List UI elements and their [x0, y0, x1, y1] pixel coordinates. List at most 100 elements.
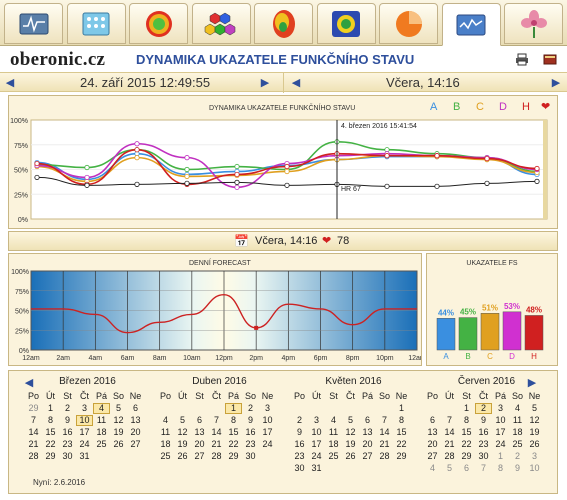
calendar-day[interactable]: 20 [127, 427, 144, 438]
calendar-day[interactable]: 29 [25, 403, 42, 414]
calendar-day[interactable]: 15 [393, 427, 410, 438]
calendar-day[interactable]: 11 [157, 427, 174, 438]
calendar-day[interactable]: 25 [325, 451, 342, 462]
calendar-day[interactable]: 1 [42, 403, 59, 414]
calendar-day[interactable]: 16 [475, 427, 492, 438]
calendar-day[interactable]: 23 [475, 439, 492, 450]
calendar-day[interactable]: 13 [424, 427, 441, 438]
calendar-day[interactable]: 27 [191, 451, 208, 462]
calendar-day[interactable]: 3 [308, 415, 325, 426]
calendar-day[interactable]: 7 [475, 463, 492, 474]
tab-grid-chart[interactable] [66, 3, 126, 44]
print-icon[interactable] [515, 53, 529, 66]
calendar-day[interactable]: 31 [308, 463, 325, 474]
calendar-day[interactable]: 28 [25, 451, 42, 462]
book-icon[interactable] [543, 53, 557, 66]
calendar-day[interactable]: 27 [359, 451, 376, 462]
calendar-day[interactable]: 14 [376, 427, 393, 438]
calendar-day[interactable]: 10 [492, 415, 509, 426]
calendar-day[interactable]: 8 [492, 463, 509, 474]
calendar-day[interactable]: 5 [526, 403, 543, 414]
calendar-day[interactable]: 8 [458, 415, 475, 426]
calendar-day[interactable]: 7 [208, 415, 225, 426]
calendar-day[interactable]: 9 [242, 415, 259, 426]
calendar-day[interactable]: 17 [76, 427, 93, 438]
calendar-day[interactable]: 2 [475, 403, 492, 414]
calendar-day[interactable]: 28 [441, 451, 458, 462]
calendar-day[interactable]: 2 [242, 403, 259, 414]
calendar-day[interactable]: 1 [393, 403, 410, 414]
tab-pie-chart[interactable] [379, 3, 438, 44]
calendar-day[interactable]: 4 [509, 403, 526, 414]
calendar-day[interactable]: 3 [76, 403, 93, 414]
calendar-day[interactable]: 21 [208, 439, 225, 450]
calendar-day[interactable]: 4 [157, 415, 174, 426]
calendar-day[interactable]: 15 [225, 427, 242, 438]
calendar-day[interactable]: 6 [424, 415, 441, 426]
next-arrow-icon[interactable]: ▶ [259, 77, 271, 89]
calendar-day[interactable]: 8 [393, 415, 410, 426]
calendar-day[interactable]: 30 [291, 463, 308, 474]
calendar-day[interactable]: 29 [225, 451, 242, 462]
calendar-day[interactable]: 29 [42, 451, 59, 462]
calendar-day[interactable]: 25 [157, 451, 174, 462]
calendar-day[interactable]: 29 [458, 451, 475, 462]
calendar-day[interactable]: 9 [59, 415, 76, 426]
calendar-day[interactable]: 1 [225, 403, 242, 414]
calendar-day[interactable]: 20 [191, 439, 208, 450]
calendar-day[interactable]: 5 [342, 415, 359, 426]
calendar-day[interactable]: 22 [393, 439, 410, 450]
calendar-day[interactable]: 14 [25, 427, 42, 438]
calendar-day[interactable]: 16 [291, 439, 308, 450]
calendar-day[interactable]: 23 [291, 451, 308, 462]
forecast-chart[interactable]: DENNÍ FORECAST100%75%50%25%0%12am 2am 4am 6… [9, 254, 426, 365]
next-arrow-icon[interactable]: ▶ [550, 77, 562, 89]
prev-arrow-icon[interactable]: ◀ [290, 77, 302, 89]
calendar-day[interactable]: 25 [509, 439, 526, 450]
calendar-day[interactable]: 15 [458, 427, 475, 438]
calendar-day[interactable]: 9 [291, 427, 308, 438]
calendar-day[interactable]: 12 [526, 415, 543, 426]
calendar-day[interactable]: 30 [475, 451, 492, 462]
calendar-day[interactable]: 6 [191, 415, 208, 426]
calendar-day[interactable]: 19 [526, 427, 543, 438]
calendar-day[interactable]: 27 [424, 451, 441, 462]
calendar-day[interactable]: 6 [127, 403, 144, 414]
calendar-day[interactable]: 5 [441, 463, 458, 474]
calendar-day[interactable]: 5 [110, 403, 127, 414]
calendar-day[interactable]: 4 [325, 415, 342, 426]
calendar-day[interactable]: 26 [526, 439, 543, 450]
calendar-day[interactable]: 1 [458, 403, 475, 414]
calendar-day[interactable]: 24 [308, 451, 325, 462]
calendar-day[interactable]: 2 [509, 451, 526, 462]
tab-monitor-wave[interactable] [4, 3, 63, 44]
calendar-day[interactable]: 18 [325, 439, 342, 450]
calendar-day[interactable]: 19 [174, 439, 191, 450]
calendar-day[interactable]: 7 [441, 415, 458, 426]
calendar-day[interactable]: 26 [174, 451, 191, 462]
calendar-day[interactable]: 11 [509, 415, 526, 426]
calendar-day[interactable]: 2 [291, 415, 308, 426]
calendar-day[interactable]: 3 [259, 403, 276, 414]
calendar-day[interactable]: 13 [127, 415, 144, 426]
calendar-day[interactable]: 30 [59, 451, 76, 462]
calendar-day[interactable]: 14 [441, 427, 458, 438]
calendar-day[interactable]: 21 [441, 439, 458, 450]
calendar-day[interactable]: 24 [259, 439, 276, 450]
tab-flower[interactable] [504, 3, 563, 44]
calendar-day[interactable]: 15 [42, 427, 59, 438]
calendar-day[interactable]: 9 [509, 463, 526, 474]
tab-heatmap[interactable] [254, 3, 313, 44]
calendar-day[interactable]: 22 [458, 439, 475, 450]
calendar-day[interactable]: 12 [174, 427, 191, 438]
calendar-day[interactable]: 24 [76, 439, 93, 450]
calendar-day[interactable]: 10 [308, 427, 325, 438]
calendar-day[interactable]: 10 [259, 415, 276, 426]
calendar-day[interactable]: 8 [225, 415, 242, 426]
calendar-day[interactable]: 24 [492, 439, 509, 450]
tab-hexagons[interactable] [191, 3, 251, 44]
tab-color-circle[interactable] [129, 3, 188, 44]
calendar-day[interactable]: 26 [342, 451, 359, 462]
calendar-day[interactable]: 21 [376, 439, 393, 450]
calendar-day[interactable]: 22 [225, 439, 242, 450]
